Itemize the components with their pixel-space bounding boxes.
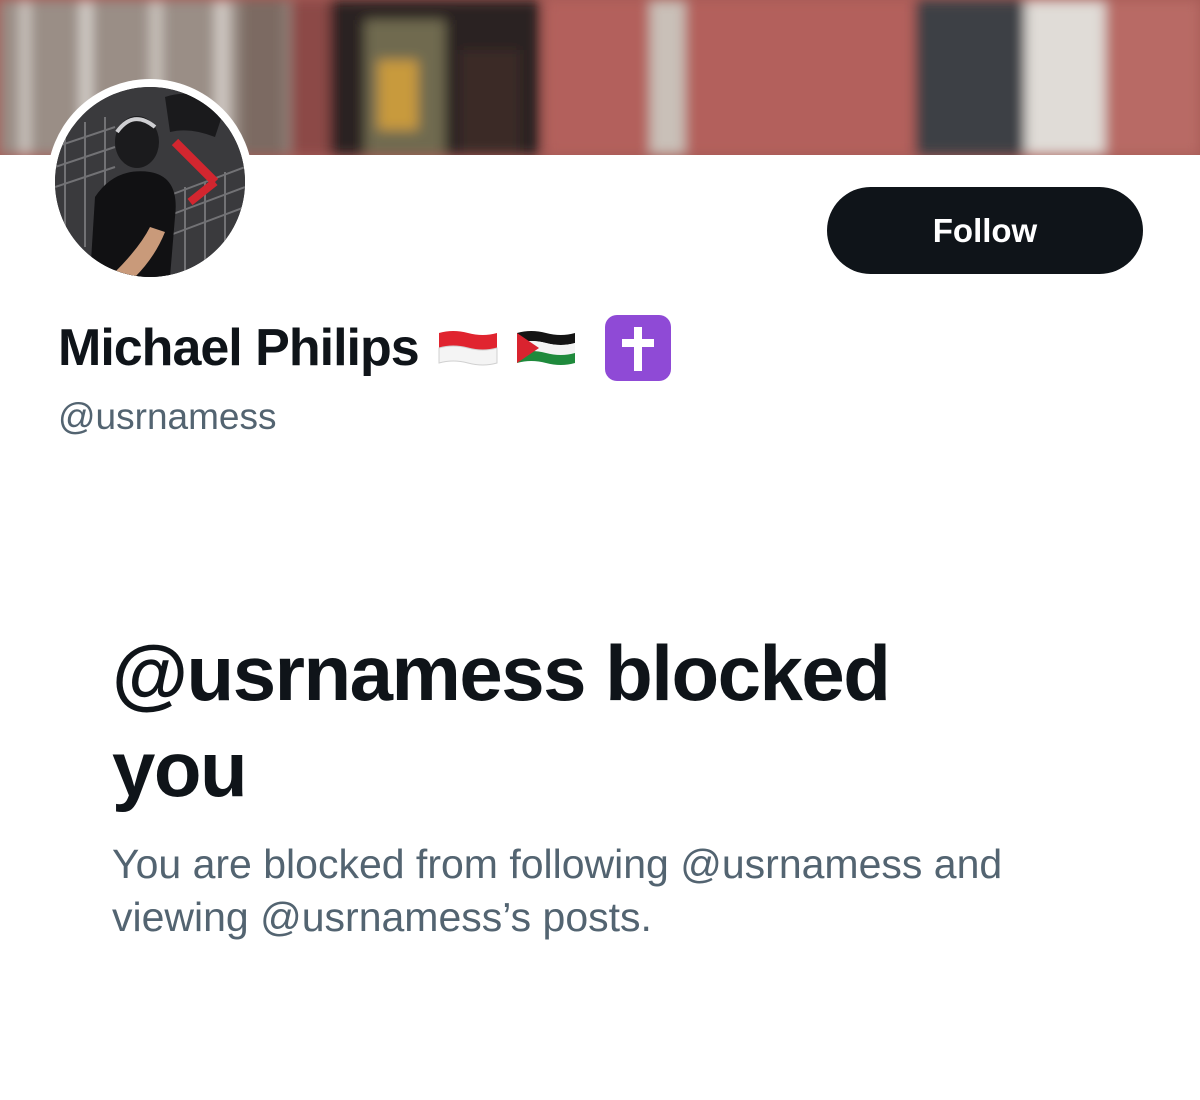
- latin-cross-icon: [604, 315, 671, 381]
- indonesia-flag-icon: [437, 327, 499, 369]
- follow-button[interactable]: Follow: [827, 187, 1143, 274]
- avatar[interactable]: [55, 87, 245, 277]
- blocked-description: You are blocked from following @usrnames…: [112, 841, 1003, 940]
- profile-handle: @usrnamess: [58, 396, 277, 437]
- profile-name-row: Michael Philips: [58, 312, 671, 384]
- avatar-image: [55, 87, 245, 277]
- display-name: Michael Philips: [58, 319, 420, 377]
- avatar-ring: [47, 79, 253, 285]
- profile-page: Follow Michael Philips @usrnamess @usrna…: [0, 0, 1200, 1100]
- palestine-flag-icon: [515, 327, 577, 369]
- blocked-title: @usrnamess blocked you: [112, 629, 891, 813]
